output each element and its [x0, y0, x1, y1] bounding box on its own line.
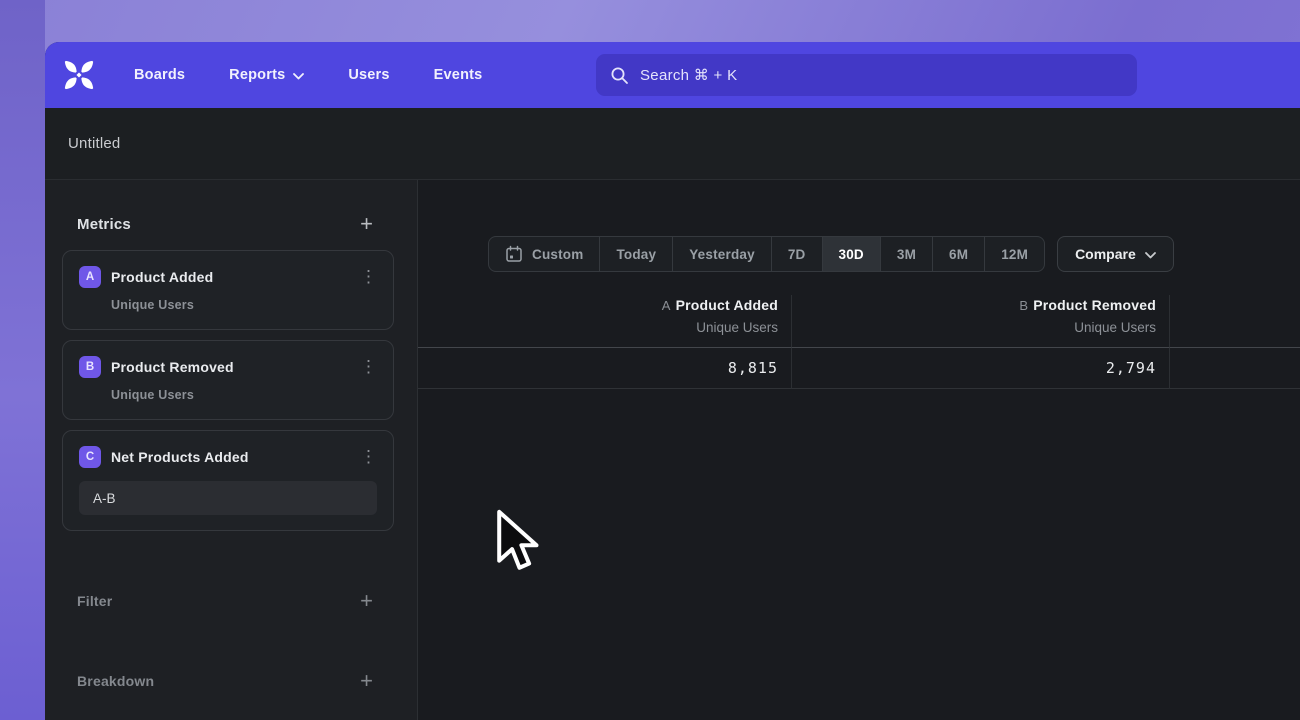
- column-badge: B: [1019, 298, 1028, 313]
- search-icon: [610, 66, 629, 85]
- metric-badge-a: A: [79, 266, 101, 288]
- column-subheader: Unique Users: [792, 320, 1156, 335]
- nav-item-label: Boards: [134, 67, 185, 83]
- range-label: 6M: [949, 247, 968, 262]
- metric-name: Net Products Added: [111, 449, 249, 465]
- nav-item-users[interactable]: Users: [348, 67, 389, 83]
- app-window: Boards Reports Users Events Search: [45, 42, 1300, 720]
- nav-item-events[interactable]: Events: [434, 67, 483, 83]
- range-label: Yesterday: [689, 247, 755, 262]
- date-range-segmented-control: Custom Today Yesterday 7D 30D 3M 6M 12M: [488, 236, 1045, 272]
- metrics-title: Metrics: [77, 216, 131, 233]
- chevron-down-icon: [1145, 252, 1156, 259]
- value-cell-a[interactable]: 8,815: [418, 347, 792, 389]
- add-filter-button[interactable]: +: [360, 590, 373, 612]
- value-cell-b[interactable]: 2,794: [792, 347, 1170, 389]
- nav-menu: Boards Reports Users Events: [134, 67, 482, 83]
- query-sidebar: Metrics + A Product Added ⋮ Unique Users…: [45, 180, 418, 720]
- nav-item-label: Reports: [229, 67, 285, 83]
- metric-name: Product Removed: [111, 359, 234, 375]
- metric-name: Product Added: [111, 269, 213, 285]
- desktop-background: Boards Reports Users Events Search: [0, 0, 1300, 720]
- breakdown-section: Breakdown +: [45, 667, 417, 695]
- range-label: 3M: [897, 247, 916, 262]
- metric-card-c[interactable]: C Net Products Added ⋮ A-B: [62, 430, 394, 531]
- search-placeholder: Search ⌘ + K: [640, 66, 737, 84]
- mixpanel-logo-icon[interactable]: [62, 58, 96, 92]
- column-name: Product Removed: [1033, 297, 1156, 313]
- add-breakdown-button[interactable]: +: [360, 670, 373, 692]
- kebab-menu-icon[interactable]: ⋮: [360, 361, 377, 373]
- metrics-header: Metrics +: [45, 210, 417, 238]
- results-panel: Custom Today Yesterday 7D 30D 3M 6M 12M …: [418, 180, 1300, 720]
- formula-input[interactable]: A-B: [79, 481, 377, 515]
- top-navbar: Boards Reports Users Events Search: [45, 42, 1300, 108]
- column-header-b[interactable]: B Product Removed Unique Users: [792, 295, 1170, 347]
- range-label: 7D: [788, 247, 806, 262]
- date-range-toolbar: Custom Today Yesterday 7D 30D 3M 6M 12M …: [488, 236, 1300, 272]
- metric-card-b[interactable]: B Product Removed ⋮ Unique Users: [62, 340, 394, 420]
- search-input[interactable]: Search ⌘ + K: [596, 54, 1137, 96]
- column-badge: A: [662, 298, 671, 313]
- filter-label: Filter: [77, 593, 112, 609]
- breakdown-label: Breakdown: [77, 673, 154, 689]
- metric-badge-c: C: [79, 446, 101, 468]
- value-cell-spacer: [1170, 347, 1300, 389]
- range-label: Today: [616, 247, 656, 262]
- metric-card-a[interactable]: A Product Added ⋮ Unique Users: [62, 250, 394, 330]
- range-12m-button[interactable]: 12M: [984, 237, 1044, 271]
- range-7d-button[interactable]: 7D: [771, 237, 822, 271]
- column-header-spacer: [1170, 295, 1300, 347]
- nav-item-boards[interactable]: Boards: [134, 67, 185, 83]
- filter-section: Filter +: [45, 587, 417, 615]
- report-header: Untitled: [45, 108, 1300, 180]
- chevron-down-icon: [293, 73, 304, 80]
- calendar-icon: [505, 245, 523, 263]
- kebab-menu-icon[interactable]: ⋮: [360, 451, 377, 463]
- nav-item-label: Users: [348, 67, 389, 83]
- range-custom-button[interactable]: Custom: [489, 237, 599, 271]
- column-name: Product Added: [676, 297, 778, 313]
- range-yesterday-button[interactable]: Yesterday: [672, 237, 771, 271]
- compare-label: Compare: [1075, 246, 1136, 262]
- add-metric-button[interactable]: +: [360, 213, 373, 235]
- metric-measurement[interactable]: Unique Users: [111, 388, 377, 402]
- report-title[interactable]: Untitled: [68, 135, 120, 152]
- column-header-a[interactable]: A Product Added Unique Users: [418, 295, 792, 347]
- metric-badge-b: B: [79, 356, 101, 378]
- kebab-menu-icon[interactable]: ⋮: [360, 271, 377, 283]
- range-30d-button[interactable]: 30D: [822, 237, 880, 271]
- nav-item-label: Events: [434, 67, 483, 83]
- range-6m-button[interactable]: 6M: [932, 237, 984, 271]
- range-3m-button[interactable]: 3M: [880, 237, 932, 271]
- nav-item-reports[interactable]: Reports: [229, 67, 304, 83]
- compare-button[interactable]: Compare: [1057, 236, 1174, 272]
- metric-measurement[interactable]: Unique Users: [111, 298, 377, 312]
- range-label: 30D: [839, 247, 864, 262]
- range-label: 12M: [1001, 247, 1028, 262]
- results-table: A Product Added Unique Users B Product Rem…: [418, 295, 1300, 389]
- range-today-button[interactable]: Today: [599, 237, 672, 271]
- range-label: Custom: [532, 247, 583, 262]
- column-subheader: Unique Users: [418, 320, 778, 335]
